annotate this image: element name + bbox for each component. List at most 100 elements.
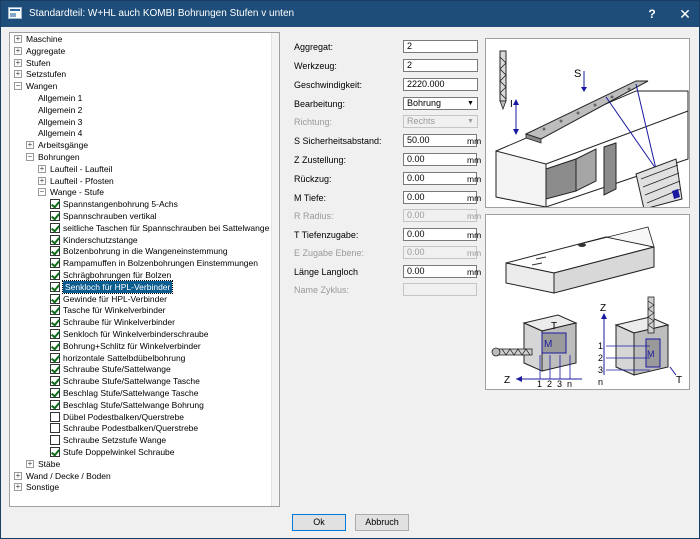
- werkzeug-field[interactable]: 2: [403, 59, 478, 72]
- checkbox[interactable]: [50, 246, 60, 257]
- richtung-select: Rechts ▼: [403, 115, 478, 128]
- collapse-icon[interactable]: −: [26, 153, 34, 161]
- parameter-tree[interactable]: + Maschine + Aggregate + Stufen + Setzstufen − Wa…: [9, 32, 280, 507]
- rueckzug-label: Rückzug:: [294, 174, 332, 184]
- expand-icon[interactable]: +: [38, 164, 46, 173]
- checkbox[interactable]: [50, 329, 60, 339]
- tiefe-field[interactable]: 0.00: [403, 191, 477, 204]
- checkbox[interactable]: [50, 447, 60, 457]
- checkbox[interactable]: [50, 222, 60, 233]
- tree-item-label: Rampamuffen in Bolzenbohrungen Einstemmu…: [63, 258, 258, 269]
- laenge-langloch-unit: mm: [467, 267, 482, 277]
- zustellung-field[interactable]: 0.00: [403, 153, 477, 166]
- sicherheitsabstand-field[interactable]: 50.00: [403, 134, 477, 147]
- tree-item-label: Spannstangenbohrung 5-Achs: [63, 199, 178, 210]
- tree-item-label: Wangen: [26, 81, 58, 92]
- expand-icon[interactable]: +: [26, 459, 34, 468]
- checkbox[interactable]: [50, 411, 60, 422]
- tiefenzugabe-label: T Tiefenzugabe:: [294, 230, 359, 240]
- chevron-down-icon[interactable]: ▼: [465, 99, 476, 108]
- tree-item-label: Beschlag Stufe/Sattelwange Tasche: [63, 388, 199, 398]
- checkbox[interactable]: [50, 281, 60, 292]
- bearbeitung-select[interactable]: Bohrung ▼: [403, 97, 478, 110]
- tree-item-label: Spannschrauben vertikal: [63, 211, 157, 221]
- checkbox[interactable]: [50, 376, 60, 387]
- rn-label: n: [598, 377, 603, 387]
- expand-icon[interactable]: +: [38, 176, 46, 185]
- z-left-label: Z: [504, 375, 510, 386]
- tree-item-label: horizontale Sattelbdübelbohrung: [63, 352, 186, 363]
- expand-icon[interactable]: +: [14, 70, 22, 79]
- tree-item-label: Schrägbohrungen für Bolzen: [63, 270, 172, 280]
- tree-item-label: Allgemein 3: [38, 116, 83, 127]
- dialog-window: Standardteil: W+HL auch KOMBI Bohrungen …: [0, 0, 700, 539]
- checkbox[interactable]: [50, 293, 60, 304]
- app-icon: [8, 7, 22, 19]
- r2-label: 2: [598, 353, 603, 363]
- checkbox[interactable]: [50, 199, 60, 210]
- checkbox[interactable]: [50, 340, 60, 351]
- geschwindigkeit-label: Geschwindigkeit:: [294, 80, 363, 90]
- nn-label: n: [567, 379, 572, 389]
- checkbox[interactable]: [50, 258, 60, 269]
- n1-label: 1: [537, 379, 542, 389]
- r1-label: 1: [598, 341, 603, 351]
- z-right-label: Z: [600, 303, 606, 314]
- abbruch-button[interactable]: Abbruch: [355, 514, 409, 531]
- checkbox[interactable]: [50, 234, 60, 245]
- collapse-icon[interactable]: −: [14, 82, 22, 91]
- tree-item-label: Bohrung+Schlitz für Winkelverbinder: [63, 340, 201, 351]
- machining-diagram: M T Z 1 2 3 n M Z 1 2 3 n T: [485, 214, 690, 390]
- expand-icon[interactable]: +: [14, 35, 22, 43]
- sicherheitsabstand-unit: mm: [467, 136, 482, 146]
- expand-icon[interactable]: +: [14, 471, 22, 480]
- expand-icon[interactable]: +: [14, 483, 22, 492]
- tree-item-label: Allgemein 2: [38, 104, 83, 115]
- laenge-langloch-field[interactable]: 0.00: [403, 265, 477, 278]
- close-button[interactable]: ✕: [675, 5, 695, 23]
- zugabe-ebene-field: 0.00: [403, 246, 477, 259]
- checkbox[interactable]: [50, 352, 60, 363]
- checkbox[interactable]: [50, 399, 60, 410]
- collapse-icon[interactable]: −: [38, 188, 46, 197]
- aggregat-label: Aggregat:: [294, 42, 334, 52]
- rueckzug-field[interactable]: 0.00: [403, 172, 477, 185]
- tiefenzugabe-field[interactable]: 0.00: [403, 228, 477, 241]
- bearbeitung-value: Bohrung: [407, 98, 442, 108]
- checkbox[interactable]: [50, 388, 60, 398]
- werkzeug-label: Werkzeug:: [294, 61, 337, 71]
- checkbox[interactable]: [50, 211, 60, 221]
- tree-item-label: Laufteil - Laufteil: [50, 163, 113, 174]
- s-label: S: [574, 68, 581, 80]
- checkbox[interactable]: [50, 364, 60, 375]
- stair-diagram: I S: [485, 38, 690, 208]
- tree-item-label: Gewinde für HPL-Verbinder: [63, 293, 167, 304]
- checkbox[interactable]: [50, 305, 60, 316]
- radius-unit: mm: [467, 211, 482, 221]
- radius-field: 0.00: [403, 209, 477, 222]
- expand-icon[interactable]: +: [14, 46, 22, 55]
- rueckzug-unit: mm: [467, 174, 482, 184]
- help-button[interactable]: ?: [642, 5, 662, 23]
- expand-icon[interactable]: +: [26, 141, 34, 150]
- tiefe-unit: mm: [467, 193, 482, 203]
- tree-item-label: Wand / Decke / Boden: [26, 470, 111, 481]
- checkbox[interactable]: [50, 423, 60, 434]
- tree-item-label: Beschlag Stufe/Sattelwange Bohrung: [63, 399, 204, 410]
- tree-item-label: Stufe Doppelwinkel Schraube: [63, 447, 175, 457]
- n2-label: 2: [547, 379, 552, 389]
- checkbox[interactable]: [50, 317, 60, 328]
- richtung-value: Rechts: [407, 116, 436, 126]
- ok-button[interactable]: Ok: [292, 514, 346, 531]
- m-right-label: M: [647, 349, 655, 359]
- expand-icon[interactable]: +: [14, 58, 22, 67]
- aggregat-field[interactable]: 2: [403, 40, 478, 53]
- zugabe-ebene-unit: mm: [467, 248, 482, 258]
- tree-scrollbar[interactable]: [271, 33, 279, 506]
- tree-item-label: Laufteil - Pfosten: [50, 175, 114, 186]
- geschwindigkeit-field[interactable]: 2220.000: [403, 78, 478, 91]
- checkbox[interactable]: [50, 270, 60, 280]
- title-bar[interactable]: Standardteil: W+HL auch KOMBI Bohrungen …: [1, 1, 699, 27]
- checkbox[interactable]: [50, 435, 60, 446]
- tree-item-label: Maschine: [26, 34, 63, 44]
